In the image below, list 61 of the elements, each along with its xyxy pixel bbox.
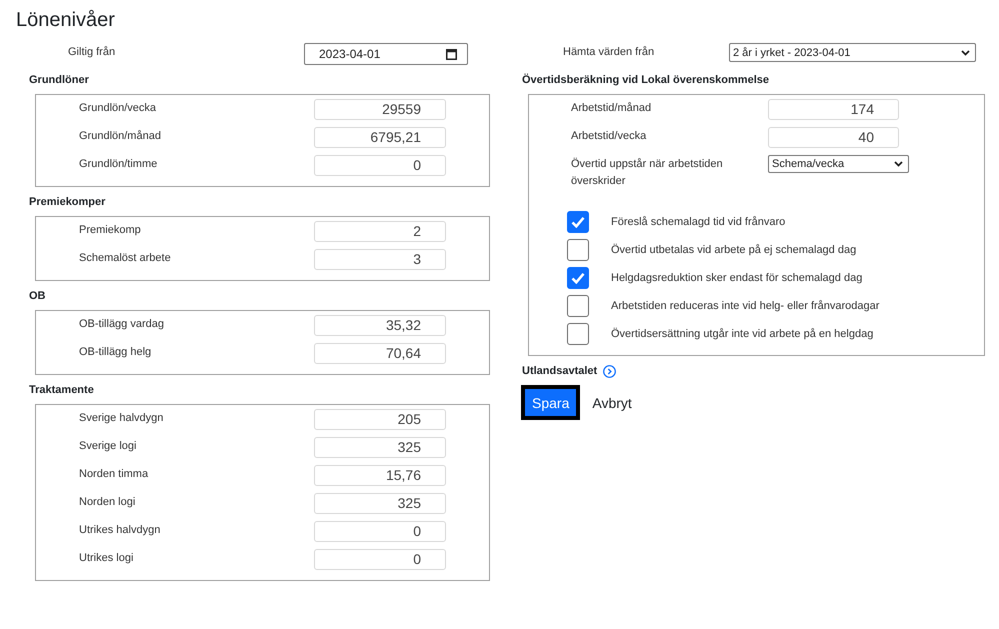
cancel-button[interactable]: Avbryt xyxy=(591,392,633,414)
field-label: Premiekomp xyxy=(79,223,141,238)
number-field[interactable]: 325 xyxy=(314,437,446,458)
field-label: Grundlön/månad xyxy=(79,129,161,144)
field-label: Utrikes halvdygn xyxy=(79,523,160,538)
field-label: Sverige logi xyxy=(79,439,136,454)
number-field[interactable]: 40 xyxy=(768,127,899,148)
chevron-circle-icon[interactable] xyxy=(603,364,616,378)
number-field[interactable]: 70,64 xyxy=(314,343,446,364)
page-title: Lönenivåer xyxy=(16,8,115,32)
number-field[interactable]: 174 xyxy=(768,99,899,120)
section-heading: OB xyxy=(29,289,46,303)
checkbox-label: Föreslå schemalagd tid vid frånvaro xyxy=(611,215,786,229)
number-field[interactable]: 0 xyxy=(314,521,446,542)
number-field[interactable]: 15,76 xyxy=(314,465,446,486)
dropdown[interactable]: 2 år i yrket - 2023-04-01 xyxy=(729,43,976,62)
field-label: Arbetstid/månad xyxy=(571,101,652,116)
field-label: OB-tillägg vardag xyxy=(79,317,164,332)
checkbox[interactable] xyxy=(567,267,589,289)
checkbox[interactable] xyxy=(567,323,589,345)
field-label: Grundlön/vecka xyxy=(79,101,156,116)
number-field[interactable]: 35,32 xyxy=(314,315,446,336)
chevron-down-icon xyxy=(894,161,903,167)
number-field[interactable]: 0 xyxy=(314,155,446,176)
field-label: Hämta värden från xyxy=(563,45,654,60)
number-field[interactable]: 3 xyxy=(314,249,446,270)
check-icon xyxy=(571,216,585,228)
number-field[interactable]: 205 xyxy=(314,409,446,430)
checkbox[interactable] xyxy=(567,211,589,233)
check-icon xyxy=(571,272,585,284)
section-heading: Premiekomper xyxy=(29,195,106,209)
chevron-down-icon xyxy=(961,50,970,56)
checkbox-label: Övertid utbetalas vid arbete på ej schemalagd dag xyxy=(611,243,856,257)
section-heading: Traktamente xyxy=(29,383,94,397)
field-label: Sverige halvdygn xyxy=(79,411,164,426)
number-field[interactable]: 0 xyxy=(314,549,446,570)
number-field[interactable]: 6795,21 xyxy=(314,127,446,148)
field-label: Norden timma xyxy=(79,467,148,482)
number-field[interactable]: 2 xyxy=(314,221,446,242)
checkbox-label: Övertidsersättning utgår inte vid arbete på en helgdag xyxy=(611,327,874,341)
field-label: Norden logi xyxy=(79,495,136,510)
field-label: Grundlön/timme xyxy=(79,157,158,172)
field-label: Övertid uppstår när arbetstiden överskrider xyxy=(571,156,724,189)
number-field[interactable]: 29559 xyxy=(314,99,446,120)
checkbox[interactable] xyxy=(567,239,589,261)
checkbox-label: Helgdagsreduktion sker endast för schemalagd dag xyxy=(611,271,862,285)
checkbox[interactable] xyxy=(567,295,589,317)
checkbox-label: Arbetstiden reduceras inte vid helg- eller frånvarodagar xyxy=(611,299,880,313)
field-label: Schemalöst arbete xyxy=(79,251,171,266)
section-heading: Grundlöner xyxy=(29,73,89,87)
field-label: Utrikes logi xyxy=(79,551,134,566)
section-heading: Övertidsberäkning vid Lokal överenskommelse xyxy=(522,73,769,87)
save-button[interactable]: Spara xyxy=(521,385,580,420)
date-field[interactable]: 2023-04-01 xyxy=(304,43,468,65)
field-label: Arbetstid/vecka xyxy=(571,129,646,144)
field-label: Giltig från xyxy=(68,45,116,60)
number-field[interactable]: 325 xyxy=(314,493,446,514)
section-heading: Utlandsavtalet xyxy=(522,364,598,378)
dropdown[interactable]: Schema/vecka xyxy=(768,155,909,173)
field-label: OB-tillägg helg xyxy=(79,345,152,360)
calendar-icon[interactable] xyxy=(446,48,457,60)
